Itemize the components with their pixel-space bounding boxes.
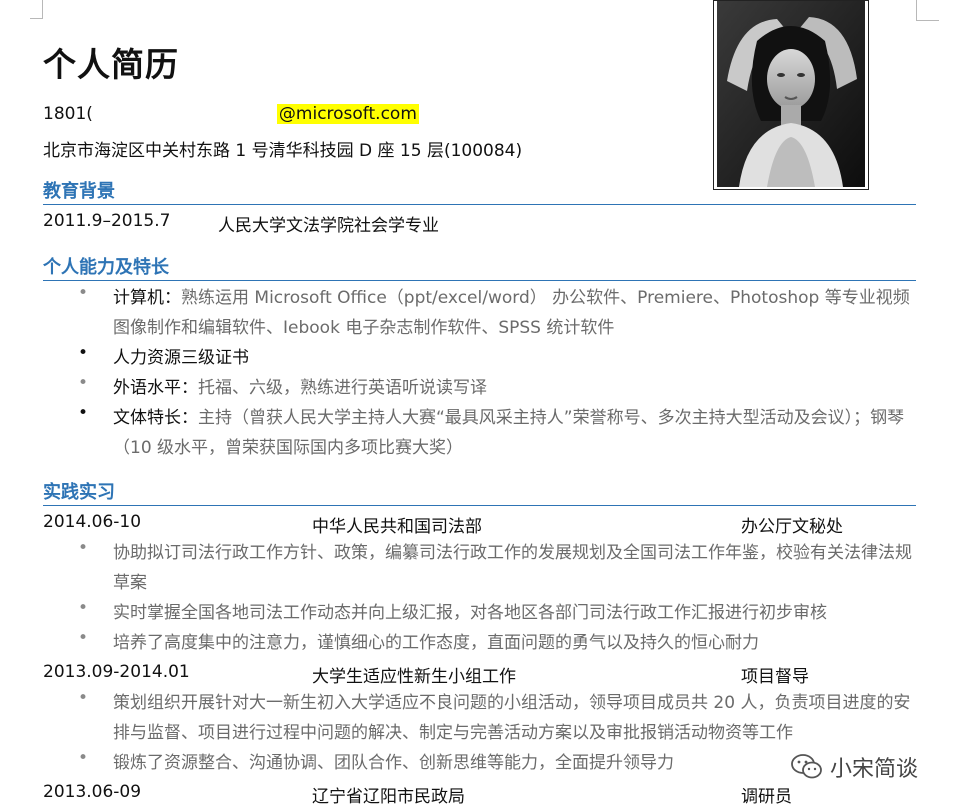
section-heading-education: 教育背景	[43, 177, 916, 205]
watermark-text: 小宋简谈	[830, 757, 919, 782]
job-org: 中华人民共和国司法部	[312, 517, 482, 537]
job-duty: 培养了高度集中的注意力，谨慎细心的工作态度，直面问题的勇气以及持久的恒心耐力	[113, 633, 759, 653]
bullet-icon: •	[78, 748, 89, 768]
portrait-photo	[713, 0, 869, 190]
bullet-icon: •	[78, 688, 89, 708]
resume-title: 个人简历	[43, 45, 179, 84]
bullet-icon: •	[78, 538, 89, 558]
job-duty: 协助拟订司法行政工作方针、政策，编纂司法行政工作的发展规划及全国司法工作年鉴，校…	[113, 543, 912, 593]
skill-label: 文体特长：	[113, 408, 198, 428]
contact-line: 1801( @microsoft.com	[43, 104, 419, 124]
wechat-icon	[791, 754, 822, 779]
job-role: 项目督导	[741, 667, 809, 687]
bullet-icon: •	[78, 373, 89, 393]
job-duty: 实时掌握全国各地司法工作动态并向上级汇报，对各地区各部门司法行政工作汇报进行初步…	[113, 603, 827, 623]
bullet-icon: •	[78, 283, 89, 303]
address: 北京市海淀区中关村东路 1 号清华科技园 D 座 15 层(100084)	[43, 141, 523, 161]
bullet-icon: •	[78, 343, 89, 363]
skill-text: 托福、六级，熟练进行英语听说读写译	[198, 378, 487, 398]
email-address[interactable]: @microsoft.com	[276, 104, 419, 124]
job-role: 调研员	[741, 787, 792, 807]
skill-label: 计算机：	[113, 288, 181, 308]
page-corner-mark-right	[916, 0, 939, 21]
skill-label: 外语水平：	[113, 378, 198, 398]
phone-number: 1801(	[43, 104, 93, 124]
job-duty: 策划组织开展针对大一新生初入大学适应不良问题的小组活动，领导项目成员共 20 人…	[113, 693, 911, 743]
education-dates: 2011.9–2015.7	[43, 211, 171, 231]
bullet-icon: •	[78, 628, 89, 648]
education-school: 人民大学文法学院社会学专业	[218, 216, 439, 236]
section-heading-practice: 实践实习	[43, 478, 916, 506]
section-heading-skills: 个人能力及特长	[43, 253, 916, 281]
bullet-icon: •	[78, 598, 89, 618]
portrait-image	[717, 1, 865, 187]
watermark: 小宋简谈	[790, 750, 918, 784]
skill-text: 熟练运用 Microsoft Office（ppt/excel/word） 办公…	[113, 288, 910, 338]
bullet-icon: •	[78, 403, 89, 423]
job-role: 办公厅文秘处	[741, 517, 843, 537]
page-corner-mark-left	[30, 0, 43, 19]
job-date: 2013.06-09	[43, 782, 142, 802]
job-date: 2014.06-10	[43, 512, 142, 532]
job-date: 2013.09-2014.01	[43, 662, 190, 682]
job-org: 辽宁省辽阳市民政局	[312, 787, 465, 807]
skill-text: 人力资源三级证书	[113, 348, 249, 368]
job-org: 大学生适应性新生小组工作	[312, 667, 516, 687]
skill-text: 主持（曾获人民大学主持人大赛“最具风采主持人”荣誉称号、多次主持大型活动及会议）…	[113, 408, 905, 458]
